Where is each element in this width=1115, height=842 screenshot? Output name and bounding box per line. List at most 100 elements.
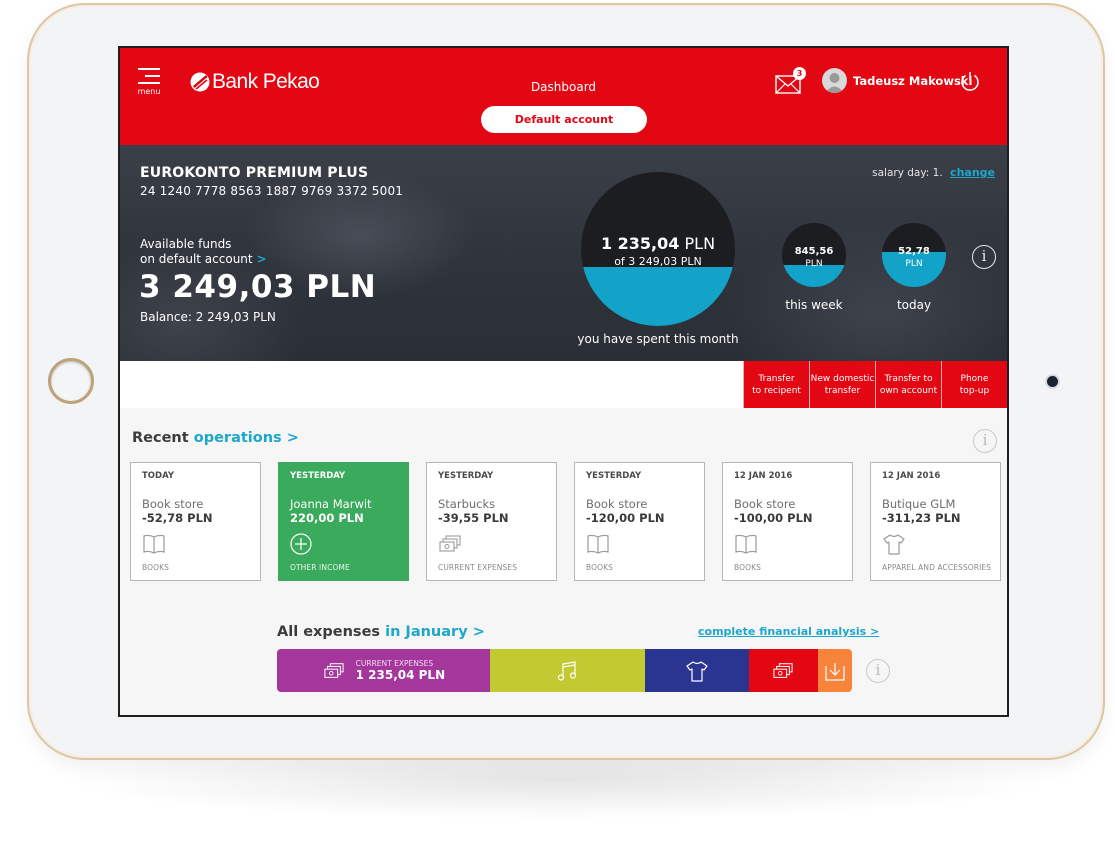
salary-day-label: salary day: 1.: [872, 167, 943, 179]
operation-category: OTHER INCOME: [290, 563, 350, 572]
available-funds-amount: 3 249,03 PLN: [139, 269, 377, 305]
operation-date: YESTERDAY: [586, 471, 642, 481]
user-silhouette-icon: [825, 73, 844, 93]
today-currency: PLN: [905, 259, 923, 269]
expense-segment-entertainment[interactable]: [489, 649, 645, 692]
operation-name: Book store: [142, 497, 204, 511]
operation-amount: -120,00 PLN: [586, 511, 665, 525]
operation-date: 12 JAN 2016: [734, 471, 793, 481]
recent-operations-link[interactable]: operations >: [194, 430, 299, 446]
operation-amount: -52,78 PLN: [142, 511, 213, 525]
operation-amount: -100,00 PLN: [734, 511, 813, 525]
operation-category: BOOKS: [142, 563, 169, 572]
month-budget-total: of 3 249,03 PLN: [614, 255, 702, 268]
expense-segment-current-expenses[interactable]: CURRENT EXPENSES 1 235,04 PLN: [277, 649, 490, 692]
operation-card[interactable]: YESTERDAY Joanna Marwit 220,00 PLN OTHER…: [278, 462, 409, 581]
operation-card[interactable]: 12 JAN 2016 Book store -100,00 PLN BOOKS: [722, 462, 853, 581]
financial-analysis-link[interactable]: complete financial analysis >: [698, 625, 879, 638]
today-spent-amount: 52,78: [898, 246, 930, 257]
today-gauge-fill: [882, 251, 946, 287]
week-spending-gauge[interactable]: 845,56 PLN: [782, 223, 846, 287]
week-gauge-caption: this week: [785, 298, 843, 312]
user-name: Tadeusz Makowski: [853, 73, 973, 88]
expense-segment-label: CURRENT EXPENSES: [355, 659, 434, 668]
operations-list: TODAY Book store -52,78 PLN BOOKS YESTER…: [130, 462, 1001, 581]
expenses-month-link[interactable]: in January >: [385, 624, 485, 640]
expense-segment-savings[interactable]: [817, 649, 852, 692]
operation-card[interactable]: YESTERDAY Book store -120,00 PLN BOOKS: [574, 462, 705, 581]
funds-label-line2: on default account: [140, 252, 253, 266]
operation-card[interactable]: YESTERDAY Starbucks -39,55 PLN CURRENT E…: [426, 462, 557, 581]
user-profile[interactable]: Tadeusz Makowski: [822, 68, 972, 93]
week-currency: PLN: [805, 259, 823, 269]
home-button[interactable]: [48, 358, 94, 404]
avatar: [822, 68, 847, 93]
operation-category: BOOKS: [734, 563, 761, 572]
banknotes-icon: [439, 535, 461, 552]
music-note-icon: [558, 660, 577, 681]
tshirt-icon: [883, 534, 905, 555]
today-spending-gauge[interactable]: 52,78 PLN: [882, 223, 946, 287]
operation-date: YESTERDAY: [290, 471, 346, 481]
messages-count-badge: 3: [793, 67, 806, 80]
tshirt-icon: [686, 660, 708, 682]
month-gauge-fill: [581, 267, 735, 326]
funds-label-line1: Available funds: [140, 237, 232, 251]
operation-card[interactable]: 12 JAN 2016 Butique GLM -311,23 PLN APPA…: [870, 462, 1001, 581]
power-icon: [961, 72, 979, 91]
operation-category: CURRENT EXPENSES: [438, 563, 518, 572]
transfer-to-recipient-button[interactable]: Transfer to recipent: [743, 361, 809, 408]
operation-name: Book store: [734, 497, 796, 511]
operation-amount: -311,23 PLN: [882, 511, 961, 525]
operation-name: Starbucks: [438, 497, 496, 511]
new-domestic-transfer-button[interactable]: New domestic transfer: [809, 361, 875, 408]
book-icon: [735, 534, 757, 554]
week-spent-amount: 845,56: [794, 246, 834, 257]
plus-circle-icon: [290, 533, 312, 555]
banknotes-icon: [324, 662, 344, 678]
app-screen: menu Bank Pekao Dashboard Default accoun…: [118, 46, 1009, 717]
funds-details-link[interactable]: >: [256, 252, 266, 266]
account-name: EUROKONTO PREMIUM PLUS: [140, 165, 369, 181]
default-account-button[interactable]: Default account: [481, 106, 647, 133]
quick-actions: Transfer to recipent New domestic transfer…: [743, 361, 1007, 408]
expense-segment-other-expenses[interactable]: [748, 649, 818, 692]
operation-date: 12 JAN 2016: [882, 471, 941, 481]
camera-lens: [1047, 376, 1058, 387]
month-spending-gauge[interactable]: 1 235,04 PLN of 3 249,03 PLN: [581, 172, 735, 326]
phone-top-up-button[interactable]: Phone top-up: [941, 361, 1007, 408]
balance: Balance: 2 249,03 PLN: [140, 310, 276, 324]
book-icon: [143, 534, 165, 554]
expenses-info-icon[interactable]: i: [866, 659, 890, 683]
top-header: menu Bank Pekao Dashboard Default accoun…: [120, 48, 1007, 145]
expense-segment-value: 1 235,04 PLN: [355, 668, 446, 682]
operation-category: BOOKS: [586, 563, 613, 572]
salary-change-link[interactable]: change: [950, 166, 995, 179]
recent-operations-title: Recent operations >: [132, 430, 299, 446]
operation-amount: 220,00 PLN: [290, 511, 364, 525]
transfer-own-account-button[interactable]: Transfer to own account: [875, 361, 941, 408]
month-spent-amount: 1 235,04 PLN: [600, 234, 716, 253]
book-icon: [587, 534, 609, 554]
logout-button[interactable]: [959, 70, 981, 92]
spending-info-icon[interactable]: i: [972, 245, 996, 269]
operation-card[interactable]: TODAY Book store -52,78 PLN BOOKS: [130, 462, 261, 581]
operation-amount: -39,55 PLN: [438, 511, 509, 525]
month-gauge-caption: you have spent this month: [577, 332, 739, 346]
account-summary-panel: EUROKONTO PREMIUM PLUS 24 1240 7778 8563…: [120, 145, 1007, 361]
expense-segment-apparel[interactable]: [645, 649, 749, 692]
expenses-bar: CURRENT EXPENSES 1 235,04 PLN: [277, 649, 852, 692]
banknotes-icon: [773, 662, 793, 678]
salary-day: salary day: 1. change: [872, 166, 995, 179]
operation-date: TODAY: [142, 471, 174, 481]
operation-date: YESTERDAY: [438, 471, 494, 481]
expenses-title: All expenses in January >: [277, 624, 485, 640]
recent-info-icon[interactable]: i: [973, 429, 997, 453]
operation-name: Butique GLM: [882, 497, 956, 511]
available-funds-label: Available funds on default account >: [140, 237, 267, 267]
operation-name: Book store: [586, 497, 648, 511]
today-gauge-caption: today: [896, 298, 932, 312]
download-tray-icon: [825, 662, 845, 681]
messages-button[interactable]: 3: [775, 67, 806, 96]
account-number: 24 1240 7778 8563 1887 9769 3372 5001: [140, 184, 404, 198]
